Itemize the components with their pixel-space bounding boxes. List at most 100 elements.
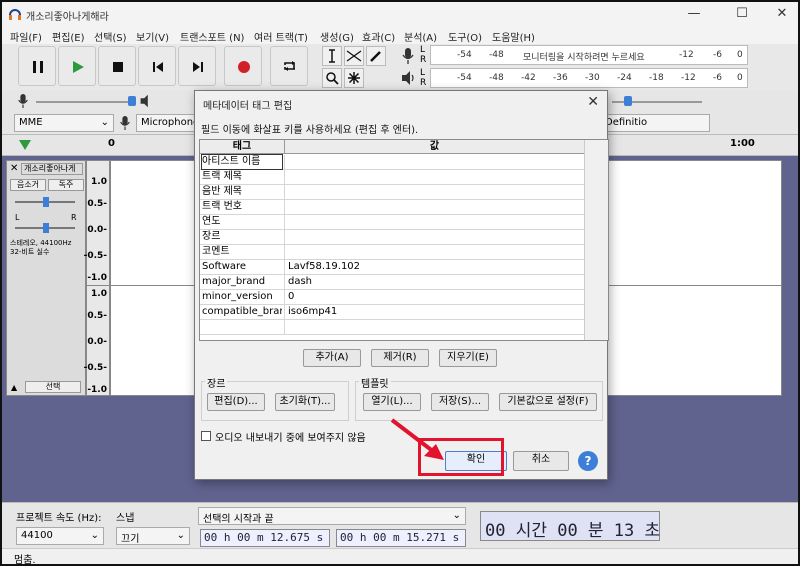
scale-label: 0.0- [87,225,107,235]
record-button[interactable] [224,46,262,86]
menu-tools[interactable]: 도구(O) [448,29,482,44]
record-tick: -12 [679,50,694,60]
select-track-button[interactable]: 선택 [25,381,81,393]
clear-tags-button[interactable]: 지우기(E) [439,349,497,367]
tag-row[interactable]: 아티스트 이름 [200,154,584,170]
grid-scrollbar[interactable] [584,140,608,340]
tag-cell[interactable]: minor_version [202,290,282,304]
gain-thumb[interactable] [43,197,49,207]
pan-right-label: R [71,213,77,222]
value-cell[interactable]: dash [288,275,578,289]
menu-select[interactable]: 선택(S) [94,29,127,44]
tag-cell[interactable]: 코멘트 [202,245,282,259]
tag-column-header: 태그 [200,140,284,154]
set-default-template-button[interactable]: 기본값으로 설정(F) [499,393,597,411]
tag-cell[interactable]: Software [202,260,282,274]
tag-row[interactable]: 장르 [200,230,584,245]
selection-end-time[interactable]: 00 h 00 m 15.271 s [336,529,466,547]
collapse-track-icon[interactable]: ▲ [11,383,17,392]
tag-cell[interactable]: 음반 제목 [202,185,282,199]
tag-cell[interactable]: 연도 [202,215,282,229]
menu-view[interactable]: 보기(V) [136,29,169,44]
draw-tool[interactable] [366,46,386,66]
project-rate-select[interactable]: 44100 ⌄ [16,527,104,545]
mute-button[interactable]: 음소거 [10,179,46,191]
selection-mode-select[interactable]: 선택의 시작과 끝 ⌄ [198,507,466,525]
pan-thumb[interactable] [43,223,49,233]
remove-tag-button[interactable]: 제거(R) [371,349,429,367]
tag-row[interactable]: 음반 제목 [200,185,584,200]
edit-genre-button[interactable]: 편집(D)... [207,393,265,411]
tag-cell[interactable]: 트랙 번호 [202,200,282,214]
tag-row[interactable]: 트랙 번호 [200,200,584,215]
tag-cell[interactable]: 트랙 제목 [202,170,282,184]
value-cell[interactable]: Lavf58.19.102 [288,260,578,274]
menu-generate[interactable]: 생성(G) [320,29,354,44]
value-cell[interactable]: iso6mp41 [288,305,578,319]
track-name-menu[interactable]: 개소리좋아나게 [21,163,83,175]
minimize-button[interactable]: — [686,6,702,22]
snap-select[interactable]: 끄기 ⌄ [116,527,190,545]
tag-row[interactable]: minor_version 0 [200,290,584,305]
skip-end-button[interactable] [178,46,216,86]
recording-volume-thumb[interactable] [128,96,136,106]
tag-row[interactable]: 코멘트 [200,245,584,260]
maximize-button[interactable]: ☐ [734,6,750,22]
transport-toolbar: L R -54 -48 모니터링을 시작하려면 누르세요 -12 -6 0 L … [2,44,798,90]
audio-position-display[interactable]: 00 시간 00 분 13 초 [480,511,660,541]
recording-device-select[interactable]: Microphone [136,114,196,132]
playback-volume-thumb[interactable] [624,96,632,106]
cancel-button[interactable]: 취소 [513,451,569,471]
record-meter[interactable]: -54 -48 모니터링을 시작하려면 누르세요 -12 -6 0 [430,45,748,65]
play-button[interactable] [58,46,96,86]
tag-row[interactable]: Software Lavf58.19.102 [200,260,584,275]
tag-row[interactable]: compatible_brands iso6mp41 [200,305,584,320]
close-track-icon[interactable]: ✕ [10,163,18,174]
selection-tool[interactable] [322,46,342,66]
tag-cell[interactable]: compatible_brands [202,305,282,319]
menu-transport[interactable]: 트랜스포트 (N) [180,29,244,44]
dialog-close-icon[interactable]: ✕ [587,94,599,110]
tag-cell[interactable]: 장르 [202,230,282,244]
help-button[interactable]: ? [578,451,598,471]
loop-button[interactable] [270,46,308,86]
pause-button[interactable] [18,46,56,86]
dont-show-checkbox[interactable] [201,431,211,441]
audio-host-value: MME [19,117,43,128]
multi-tool[interactable] [344,68,364,88]
selection-start-time[interactable]: 00 h 00 m 12.675 s [200,529,330,547]
track-format-info: 스테레오, 44100Hz 32-비트 실수 [10,239,72,256]
tag-cell[interactable]: 아티스트 이름 [201,154,283,170]
envelope-tool[interactable] [344,46,364,66]
play-head-icon[interactable] [18,138,32,152]
menu-analyze[interactable]: 분석(A) [404,29,437,44]
close-window-button[interactable]: ✕ [774,6,790,22]
tag-row[interactable]: 트랙 제목 [200,170,584,185]
playback-meter[interactable]: -54 -48 -42 -36 -30 -24 -18 -12 -6 0 [430,68,748,88]
save-template-button[interactable]: 저장(S)... [431,393,489,411]
tag-row[interactable]: major_brand dash [200,275,584,290]
add-tag-button[interactable]: 추가(A) [303,349,361,367]
solo-button[interactable]: 독주 [48,179,84,191]
tag-row[interactable] [200,320,584,335]
menu-help[interactable]: 도움말(H) [492,29,535,44]
record-tick: -48 [489,50,504,60]
menu-edit[interactable]: 편집(E) [52,29,85,44]
zoom-tool[interactable] [322,68,342,88]
stop-button[interactable] [98,46,136,86]
value-cell[interactable]: 0 [288,290,578,304]
menu-file[interactable]: 파일(F) [10,29,42,44]
menu-effect[interactable]: 효과(C) [362,29,395,44]
chevron-down-icon: ⌄ [176,530,185,541]
skip-start-button[interactable] [138,46,176,86]
tag-row[interactable]: 연도 [200,215,584,230]
recording-volume-slider[interactable] [36,101,132,103]
project-rate-value: 44100 [21,530,53,541]
menu-tracks[interactable]: 여러 트랙(T) [254,29,308,44]
scale-label: 0.5- [87,311,107,321]
playback-device-select[interactable]: Definitio [600,114,710,132]
tag-cell[interactable]: major_brand [202,275,282,289]
audio-host-select[interactable]: MME ⌄ [14,114,114,132]
load-template-button[interactable]: 열기(L)... [363,393,421,411]
reset-genre-button[interactable]: 초기화(T)... [275,393,335,411]
